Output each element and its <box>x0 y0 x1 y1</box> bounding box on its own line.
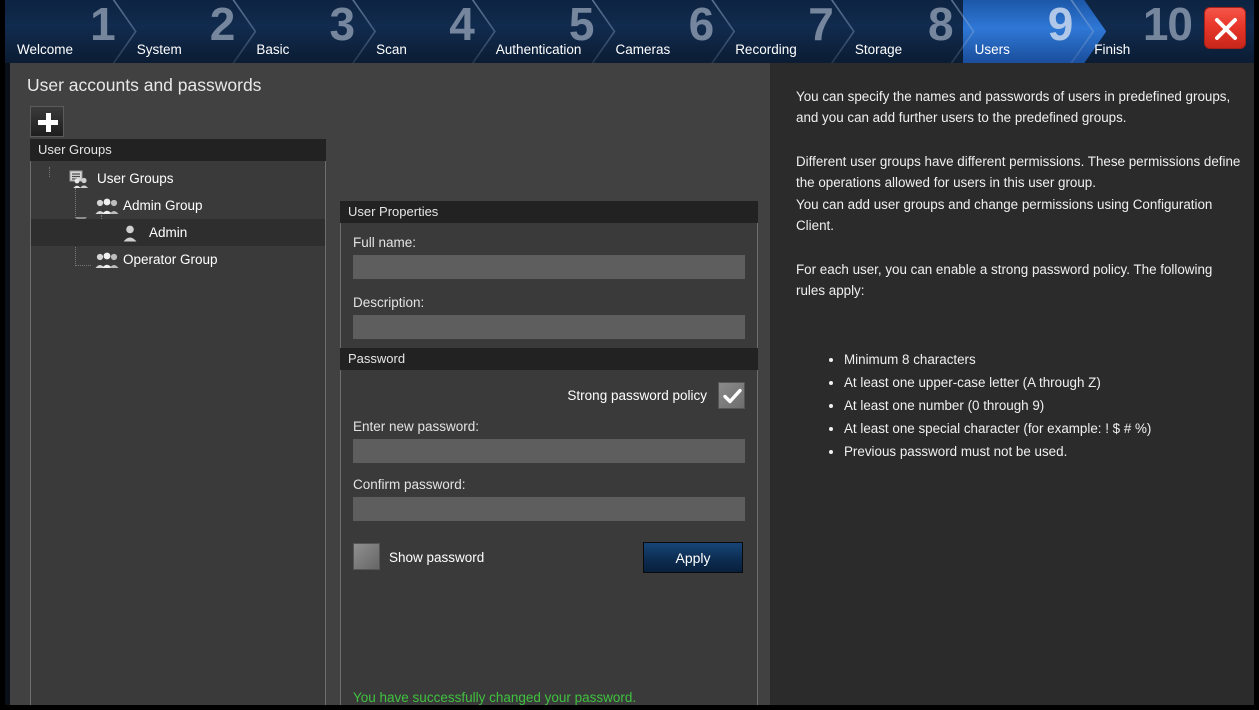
checkmark-icon <box>723 388 742 404</box>
show-password-checkbox[interactable] <box>353 543 380 570</box>
user-groups-panel-header: User Groups <box>30 139 326 161</box>
tree-node-label: User Groups <box>97 171 174 186</box>
wizard-step-label: Authentication <box>495 42 582 57</box>
new-password-field[interactable] <box>353 439 745 463</box>
group-icon <box>95 251 119 269</box>
main-content-area: User accounts and passwords User Groups <box>10 63 770 705</box>
wizard-step-number: 7 <box>808 0 834 50</box>
user-groups-tree[interactable]: User Groups Admin Group Admin Operator G… <box>30 161 326 705</box>
help-paragraph-4: For each user, you can enable a strong p… <box>796 262 1213 298</box>
wizard-step-number: 3 <box>329 0 355 50</box>
tree-node-admin-group[interactable]: Admin Group <box>31 192 325 219</box>
user-properties-panel-header: User Properties <box>340 201 758 223</box>
wizard-step-label: Basic <box>256 42 290 57</box>
tree-node-label: Operator Group <box>123 252 218 267</box>
wizard-step-number: 1 <box>90 0 116 50</box>
apply-button[interactable]: Apply <box>643 542 743 573</box>
wizard-step-label: Finish <box>1094 42 1131 57</box>
tree-node-label: Admin Group <box>123 198 203 213</box>
password-panel: Strong password policy Enter new passwor… <box>340 370 758 705</box>
add-user-button[interactable] <box>30 106 64 137</box>
description-field[interactable] <box>353 315 745 339</box>
wizard-step-label: Storage <box>854 42 903 57</box>
full-name-field[interactable] <box>353 255 745 279</box>
status-message: You have successfully changed your passw… <box>353 690 637 705</box>
user-icon <box>121 224 143 242</box>
help-paragraph-2: Different user groups have different per… <box>796 154 1241 190</box>
wizard-step-number: 9 <box>1047 0 1074 50</box>
help-paragraph-1: You can specify the names and passwords … <box>796 89 1231 125</box>
wizard-step-label: Recording <box>735 42 797 57</box>
list-item: Previous password must not be used. <box>844 440 1242 463</box>
full-name-label: Full name: <box>353 235 417 250</box>
wizard-step-number: 2 <box>209 0 236 50</box>
help-panel: You can specify the names and passwords … <box>770 63 1254 705</box>
group-icon <box>95 197 119 215</box>
list-item: At least one special character (for exam… <box>844 417 1242 440</box>
tree-node-user-groups[interactable]: User Groups <box>31 165 325 192</box>
wizard-step-number: 8 <box>927 0 954 50</box>
plus-icon-vertical <box>45 113 51 132</box>
user-groups-root-icon <box>69 170 91 188</box>
page-title: User accounts and passwords <box>27 75 262 95</box>
confirm-password-label: Confirm password: <box>353 477 466 492</box>
wizard-step-label: Welcome <box>17 42 74 57</box>
list-item: At least one number (0 through 9) <box>844 394 1242 417</box>
strong-password-policy-checkbox[interactable] <box>718 382 745 409</box>
close-icon[interactable] <box>1204 7 1246 49</box>
wizard-step-label: Scan <box>376 42 407 57</box>
tree-node-operator-group[interactable]: Operator Group <box>31 246 325 273</box>
wizard-step-number: 6 <box>688 0 715 50</box>
tree-node-admin[interactable]: Admin <box>31 219 325 246</box>
help-paragraph-3: You can add user groups and change permi… <box>796 197 1213 233</box>
wizard-step-number: 4 <box>449 0 475 50</box>
wizard-step-number: 10 <box>1142 0 1193 50</box>
wizard-step-label: Users <box>974 42 1010 57</box>
user-properties-panel: Full name: Description: <box>340 223 758 355</box>
show-password-label: Show password <box>389 550 485 565</box>
new-password-label: Enter new password: <box>353 419 480 434</box>
description-label: Description: <box>353 295 425 310</box>
wizard-step-label: System <box>136 42 182 57</box>
wizard-window: 1 Welcome 2 System 3 Basic 4 Scan 5 Authenticatio… <box>0 0 1259 710</box>
password-rules-list: Minimum 8 characters At least one upper-… <box>822 348 1242 463</box>
password-panel-header: Password <box>340 348 758 370</box>
close-x-glyph <box>1215 18 1237 40</box>
list-item: At least one upper-case letter (A throug… <box>844 371 1242 394</box>
tree-node-label: Admin <box>149 225 188 240</box>
list-item: Minimum 8 characters <box>844 348 1242 371</box>
wizard-step-label: Cameras <box>615 42 671 57</box>
wizard-step-bar: 1 Welcome 2 System 3 Basic 4 Scan 5 Authenticatio… <box>5 0 1254 63</box>
confirm-password-field[interactable] <box>353 497 745 521</box>
strong-password-policy-label: Strong password policy <box>567 388 707 403</box>
